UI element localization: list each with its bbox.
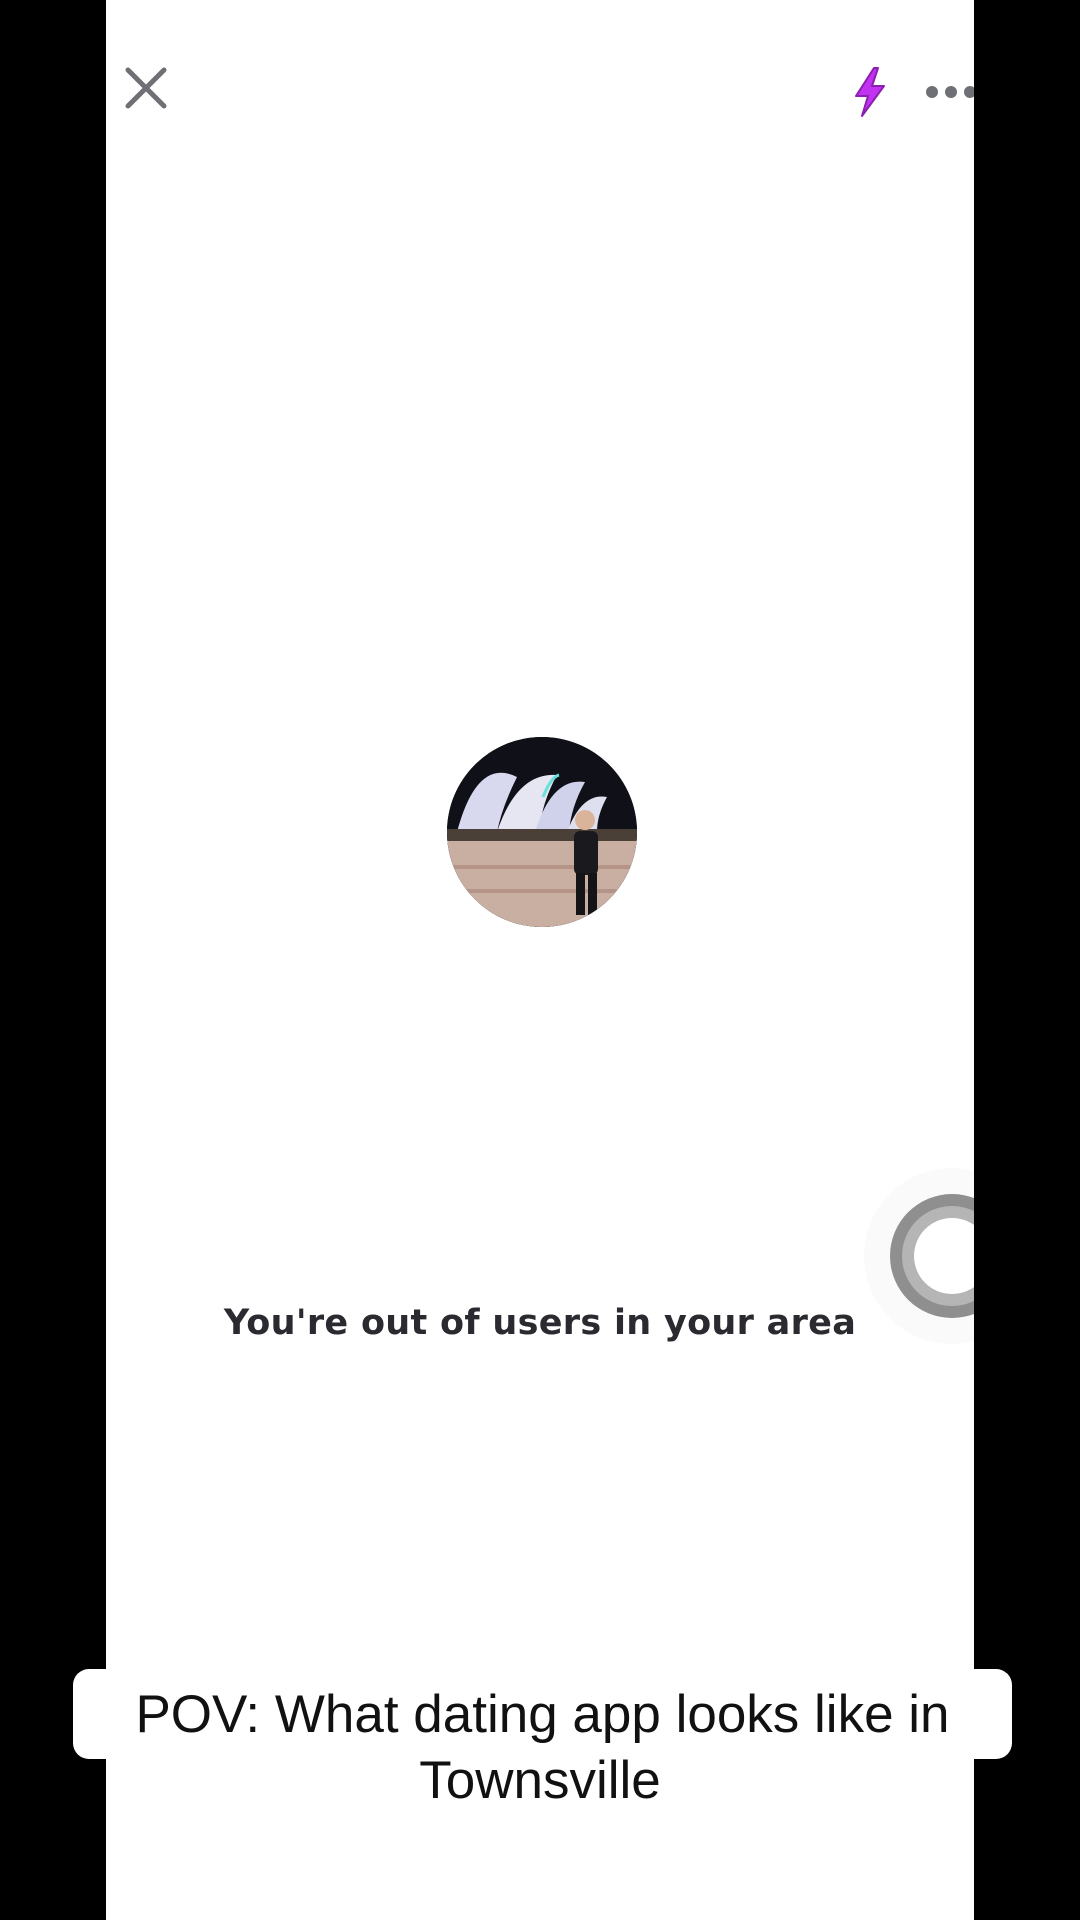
more-dots-icon	[926, 86, 938, 98]
empty-state-message: You're out of users in your area	[223, 1303, 857, 1343]
close-button[interactable]	[116, 58, 176, 118]
profile-avatar	[447, 737, 637, 927]
more-dot	[945, 86, 957, 98]
lightning-bolt-icon	[855, 67, 885, 117]
app-screen: You're out of users in your area	[106, 0, 974, 1920]
letterbox-left	[0, 0, 106, 1920]
caption-line-2: Townsville	[419, 1750, 661, 1810]
boost-button[interactable]	[842, 62, 898, 122]
close-icon	[125, 67, 167, 109]
more-options-button[interactable]	[926, 72, 974, 112]
more-dot	[964, 86, 974, 98]
letterbox-right	[974, 0, 1080, 1920]
